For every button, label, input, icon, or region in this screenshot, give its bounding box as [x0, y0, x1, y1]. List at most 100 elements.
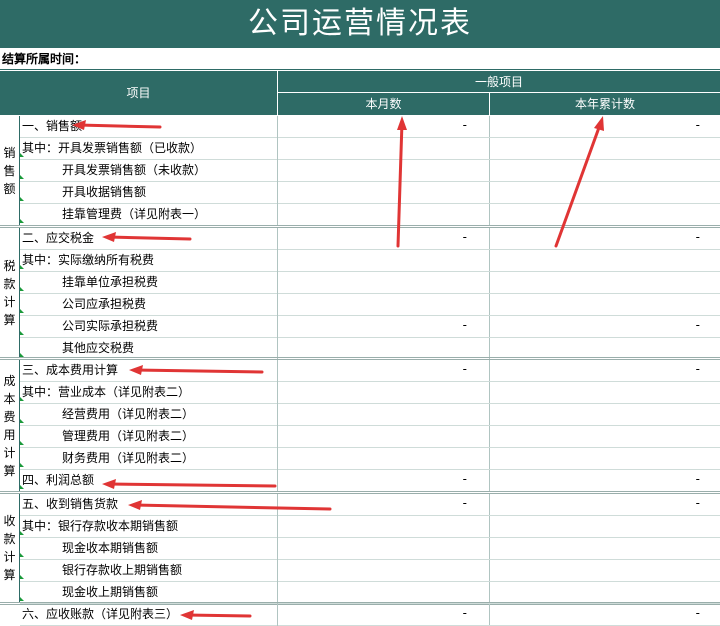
year-cell[interactable]: [490, 404, 720, 425]
category-char: 计: [3, 446, 16, 460]
table-row[interactable]: 挂靠单位承担税费: [20, 272, 720, 294]
category-char: 算: [3, 464, 16, 478]
header-general-items: 一般项目: [278, 71, 720, 93]
table-row-receivables[interactable]: 六、应收账款（详见附表三） - -: [20, 604, 720, 626]
year-cell[interactable]: [490, 160, 720, 181]
table-row[interactable]: 现金收本期销售额: [20, 538, 720, 560]
month-cell[interactable]: [278, 250, 490, 271]
category-char: 额: [3, 182, 16, 196]
year-cell[interactable]: [490, 294, 720, 315]
table-row[interactable]: 财务费用（详见附表二）: [20, 448, 720, 470]
table-row[interactable]: 公司应承担税费: [20, 294, 720, 316]
month-cell[interactable]: [278, 382, 490, 403]
table-row[interactable]: 管理费用（详见附表二）: [20, 426, 720, 448]
header-year-cumulative: 本年累计数: [490, 93, 720, 115]
category-char: 计: [3, 550, 16, 564]
month-cell[interactable]: [278, 404, 490, 425]
table-row-sales-received[interactable]: 五、收到销售货款 - -: [20, 494, 720, 516]
category-char: 款: [3, 532, 16, 546]
header-item: 项目: [0, 71, 278, 115]
category-char: 本: [3, 392, 16, 406]
year-cell[interactable]: -: [490, 494, 720, 515]
table-row-cost[interactable]: 三、成本费用计算 - -: [20, 360, 720, 382]
category-tax: 税款计算: [0, 228, 20, 358]
month-cell[interactable]: [278, 560, 490, 581]
row-label: 挂靠单位承担税费: [20, 272, 278, 294]
row-label: 三、成本费用计算: [20, 360, 278, 382]
month-cell[interactable]: [278, 182, 490, 203]
category-cost: 成本费用计算: [0, 360, 20, 492]
row-label: 其中：银行存款收本期销售额: [20, 516, 278, 538]
month-cell[interactable]: [278, 294, 490, 315]
row-label: 二、应交税金: [20, 228, 278, 250]
table-row[interactable]: 其中：营业成本（详见附表二）: [20, 382, 720, 404]
category-char: 税: [3, 259, 16, 273]
category-char: 计: [3, 295, 16, 309]
year-cell[interactable]: [490, 560, 720, 581]
table-row[interactable]: 其中：银行存款收本期销售额: [20, 516, 720, 538]
year-cell[interactable]: [490, 448, 720, 469]
month-cell[interactable]: [278, 204, 490, 225]
table-row[interactable]: 其中：实际缴纳所有税费: [20, 250, 720, 272]
row-label: 四、利润总额: [20, 470, 278, 492]
table-row[interactable]: 公司实际承担税费 - -: [20, 316, 720, 338]
sheet-title: 公司运营情况表: [0, 0, 720, 48]
month-cell[interactable]: [278, 160, 490, 181]
year-cell[interactable]: [490, 182, 720, 203]
category-char: 款: [3, 277, 16, 291]
month-cell[interactable]: [278, 448, 490, 469]
table-row[interactable]: 挂靠管理费（详见附表一）: [20, 204, 720, 226]
year-cell[interactable]: [490, 338, 720, 359]
year-cell[interactable]: [490, 426, 720, 447]
year-cell[interactable]: [490, 582, 720, 603]
table-row[interactable]: 银行存款收上期销售额: [20, 560, 720, 582]
table-row[interactable]: 经营费用（详见附表二）: [20, 404, 720, 426]
category-char: 成: [3, 374, 16, 388]
month-cell[interactable]: [278, 272, 490, 293]
row-label: 其中：开具发票销售额（已收款）: [20, 138, 278, 160]
year-cell[interactable]: [490, 538, 720, 559]
category-char: 收: [3, 514, 16, 528]
table-row[interactable]: 开具发票销售额（未收款）: [20, 160, 720, 182]
month-cell[interactable]: -: [278, 228, 490, 249]
month-cell[interactable]: [278, 516, 490, 537]
month-cell[interactable]: -: [278, 494, 490, 515]
year-cell[interactable]: -: [490, 316, 720, 337]
table-row-sales[interactable]: 一、销售额 - -: [20, 116, 720, 138]
year-cell[interactable]: -: [490, 116, 720, 137]
table-row-tax-payable[interactable]: 二、应交税金 - -: [20, 228, 720, 250]
category-char: 费: [3, 410, 16, 424]
year-cell[interactable]: [490, 204, 720, 225]
year-cell[interactable]: -: [490, 360, 720, 381]
month-cell[interactable]: [278, 582, 490, 603]
month-cell[interactable]: -: [278, 116, 490, 137]
table-row[interactable]: 其中：开具发票销售额（已收款）: [20, 138, 720, 160]
year-cell[interactable]: -: [490, 604, 720, 625]
month-cell[interactable]: [278, 338, 490, 359]
row-label: 现金收本期销售额: [20, 538, 278, 560]
month-cell[interactable]: [278, 538, 490, 559]
year-cell[interactable]: [490, 138, 720, 159]
table-row-profit[interactable]: 四、利润总额 - -: [20, 470, 720, 492]
year-cell[interactable]: [490, 272, 720, 293]
month-cell[interactable]: -: [278, 470, 490, 491]
row-label: 一、销售额: [20, 116, 278, 138]
year-cell[interactable]: -: [490, 470, 720, 491]
year-cell[interactable]: -: [490, 228, 720, 249]
month-cell[interactable]: -: [278, 360, 490, 381]
month-cell[interactable]: -: [278, 316, 490, 337]
row-label: 五、收到销售货款: [20, 494, 278, 516]
month-cell[interactable]: [278, 426, 490, 447]
month-cell[interactable]: [278, 138, 490, 159]
table-row[interactable]: 开具收据销售额: [20, 182, 720, 204]
table-row[interactable]: 现金收上期销售额: [20, 582, 720, 604]
category-char: 销: [3, 146, 16, 160]
year-cell[interactable]: [490, 250, 720, 271]
year-cell[interactable]: [490, 382, 720, 403]
row-label: 其中：实际缴纳所有税费: [20, 250, 278, 272]
month-cell[interactable]: -: [278, 604, 490, 625]
row-label: 开具收据销售额: [20, 182, 278, 204]
header-month-amount: 本月数: [278, 93, 490, 115]
category-collect: 收款计算: [0, 494, 20, 602]
year-cell[interactable]: [490, 516, 720, 537]
